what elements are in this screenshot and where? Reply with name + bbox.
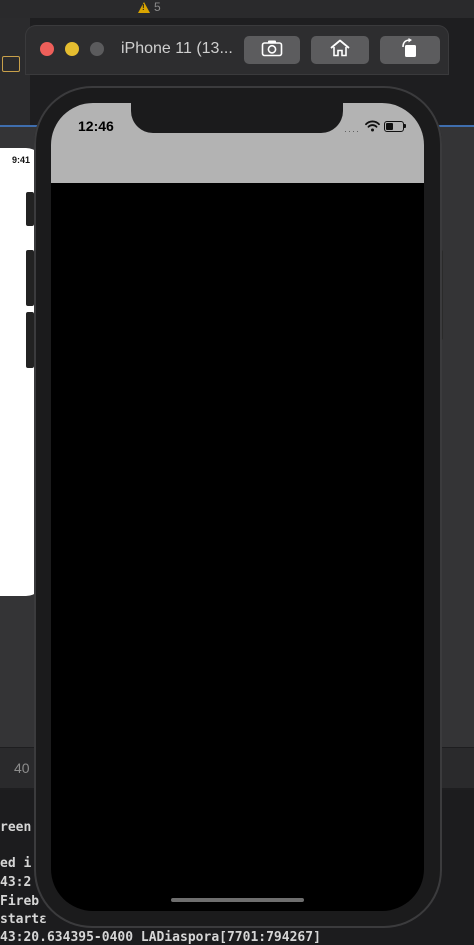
cellular-signal-icon: ···· xyxy=(344,126,360,136)
console-line: ed i xyxy=(0,856,32,871)
warning-indicator[interactable]: 5 xyxy=(138,0,161,14)
console-line: 43:2 xyxy=(0,875,32,890)
home-indicator[interactable] xyxy=(171,898,304,902)
storyboard-status-time: 9:41 xyxy=(12,155,31,165)
warning-count: 5 xyxy=(154,0,161,14)
home-button[interactable] xyxy=(311,36,369,64)
rotate-button[interactable] xyxy=(380,36,440,64)
home-icon xyxy=(329,39,351,62)
rotate-icon xyxy=(399,37,421,63)
close-window-button[interactable] xyxy=(40,42,54,56)
console-line: reen xyxy=(0,820,32,835)
storyboard-button-shape xyxy=(26,192,34,226)
minimize-window-button[interactable] xyxy=(65,42,79,56)
battery-icon xyxy=(384,121,406,132)
warning-icon xyxy=(138,1,150,13)
screenshot-button[interactable] xyxy=(244,36,300,64)
status-time: 12:46 xyxy=(78,118,114,134)
storyboard-button-shape xyxy=(26,312,34,368)
xcode-toolbar xyxy=(0,0,474,18)
zoom-level[interactable]: 40 xyxy=(14,760,30,776)
console-line: 43:20.634395-0400 LADiaspora[7701:794267… xyxy=(0,930,321,945)
console-line: startε xyxy=(0,912,47,927)
screenshot-icon xyxy=(261,39,283,62)
wifi-icon xyxy=(365,119,380,137)
zoom-window-button xyxy=(90,42,104,56)
iphone-screen[interactable]: 12:46 ···· xyxy=(51,103,424,911)
console-line: Fireb xyxy=(0,894,40,909)
device-notch xyxy=(131,103,343,133)
storyboard-button-shape xyxy=(26,250,34,306)
navigator-icon[interactable] xyxy=(2,56,20,72)
simulator-title: iPhone 11 (13... xyxy=(121,40,233,57)
